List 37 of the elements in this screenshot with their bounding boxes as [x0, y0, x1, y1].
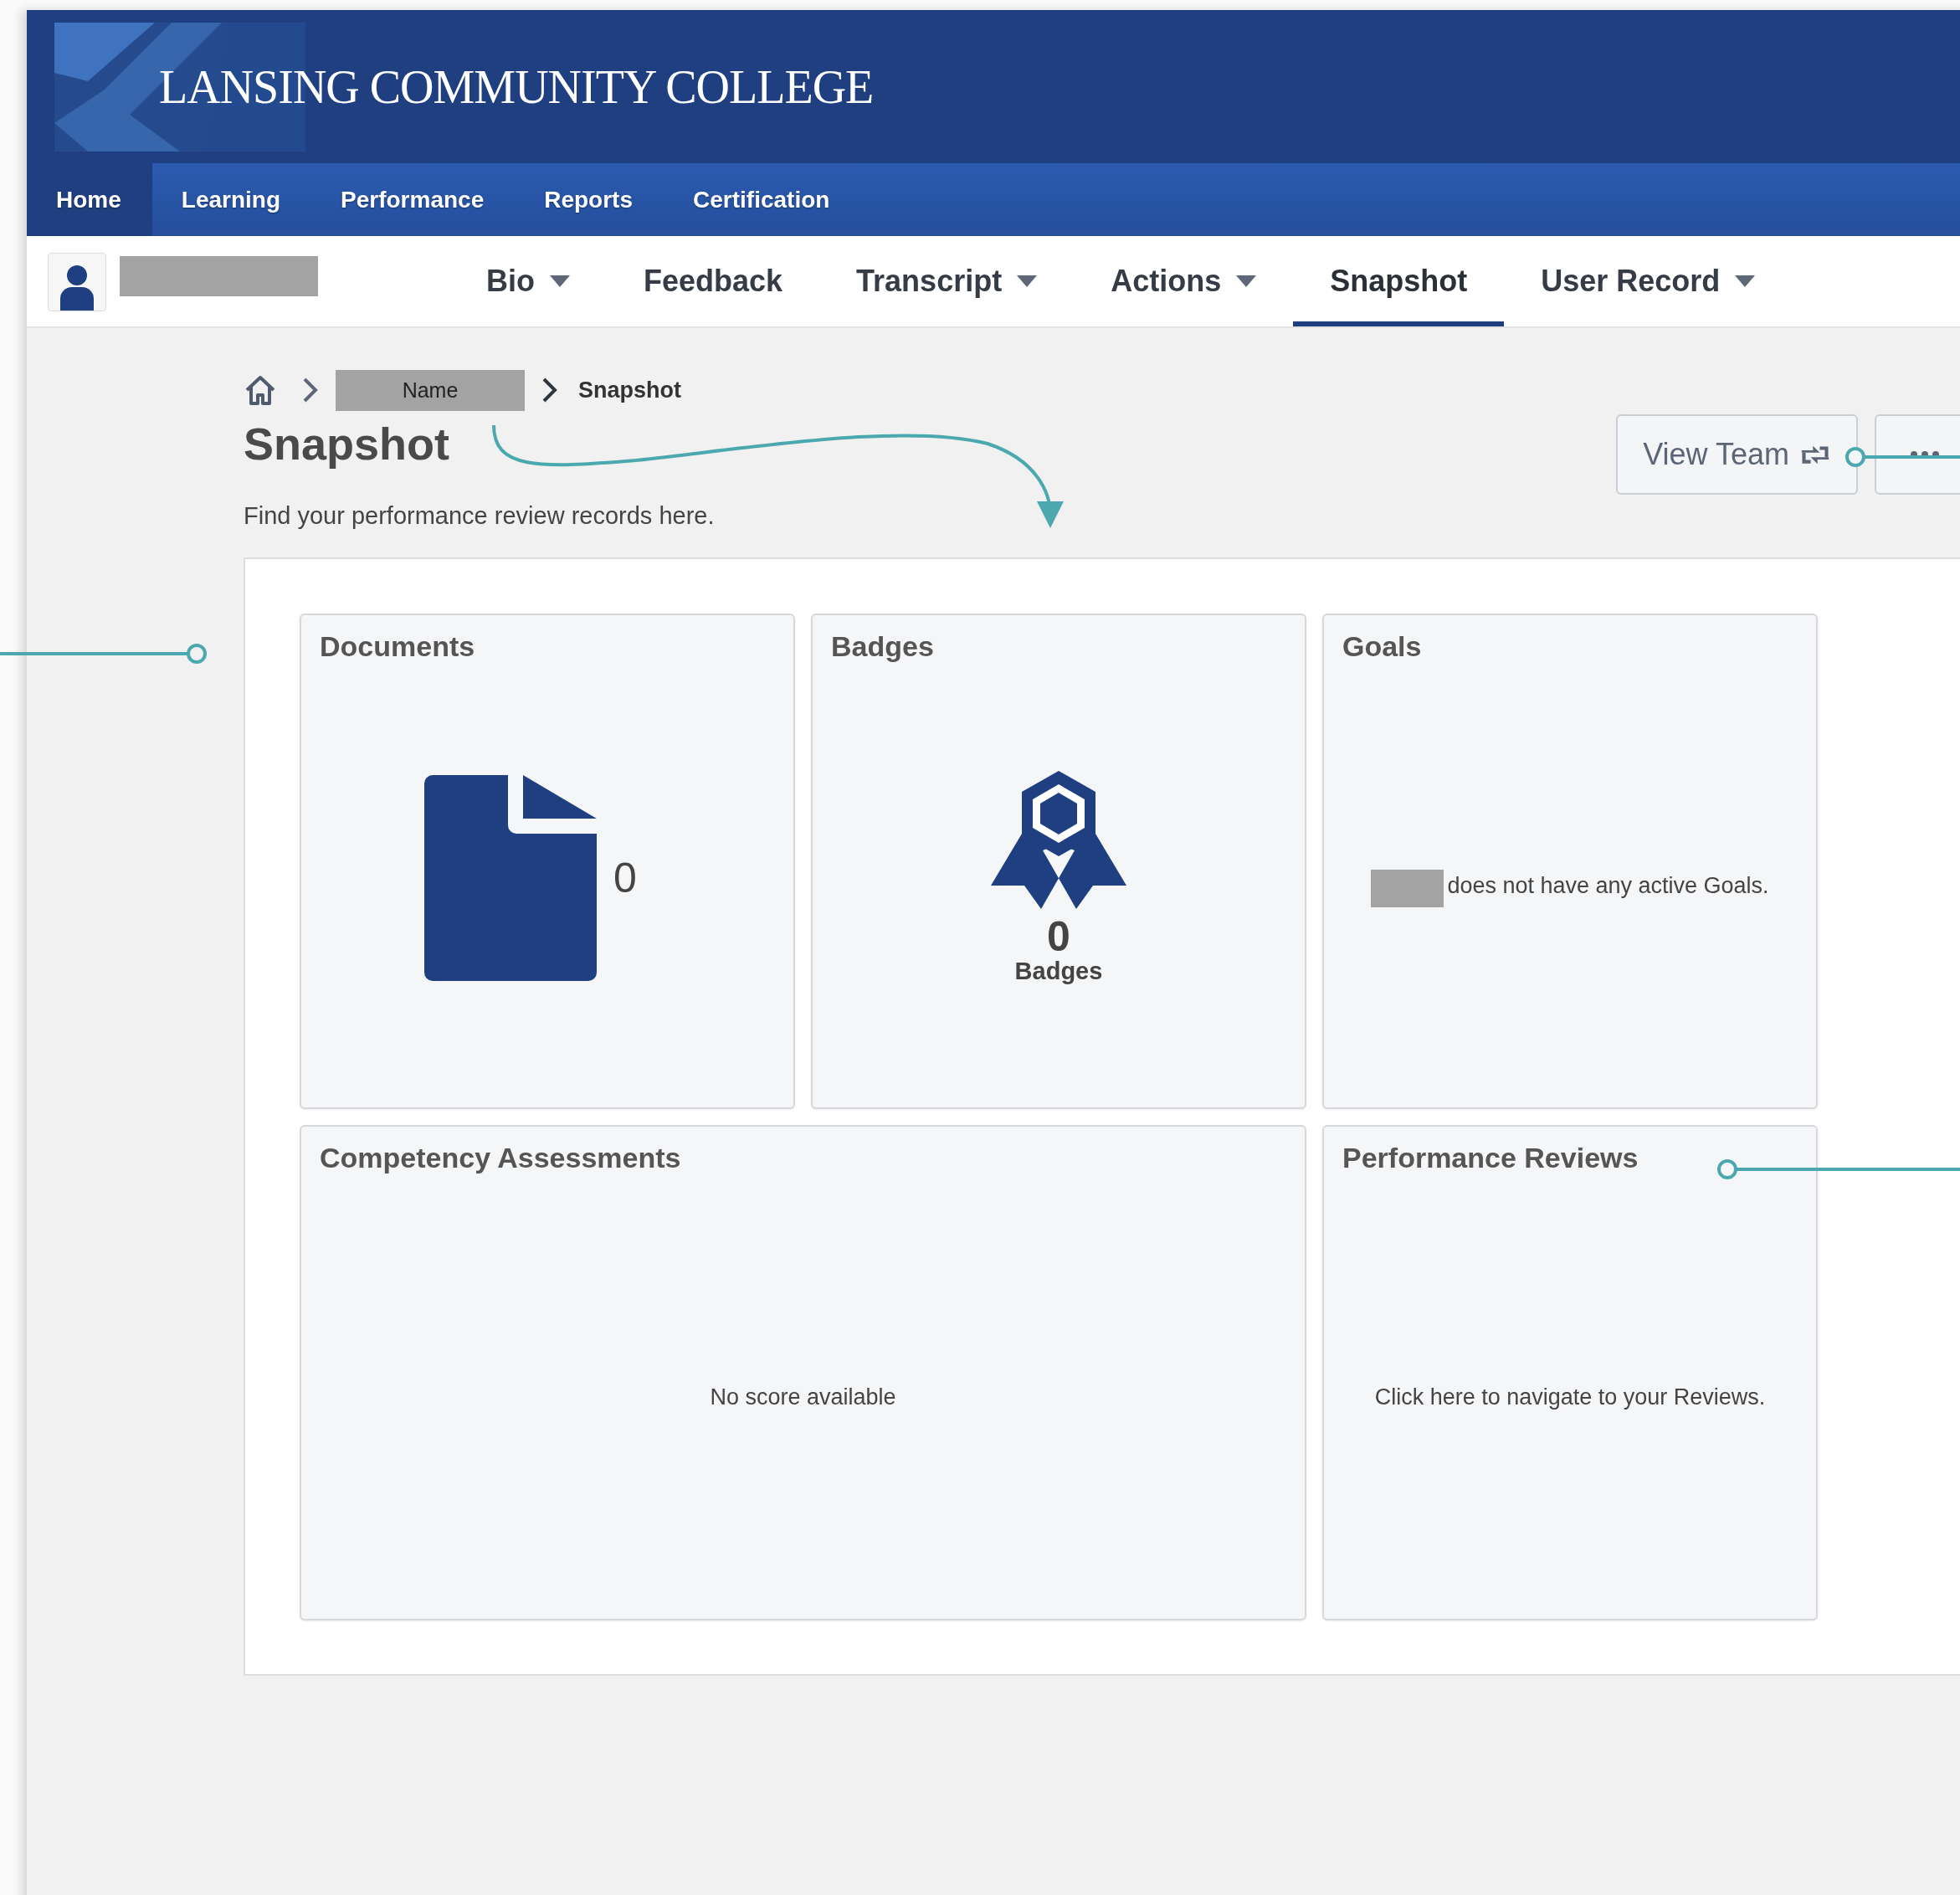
home-icon[interactable]: [244, 374, 277, 406]
badge-ribbon-icon: [991, 770, 1126, 909]
profile-tab[interactable]: Bio: [449, 236, 607, 326]
more-icon: [1911, 451, 1939, 458]
breadcrumb-link[interactable]: Name: [336, 369, 525, 411]
card-title: Goals: [1342, 630, 1423, 663]
card-title: Badges: [831, 630, 935, 663]
profile-tab[interactable]: Feedback: [607, 236, 820, 326]
profile-tab[interactable]: Actions: [1074, 236, 1294, 326]
reviews-card[interactable]: Performance Reviews Click here to navigate to your Reviews.: [1322, 1125, 1818, 1620]
card-title: Documents: [320, 630, 476, 663]
goals-message: does not have any active Goals.: [1447, 873, 1769, 899]
more-options-button[interactable]: [1875, 414, 1960, 495]
reviews-link[interactable]: Click here to navigate to your Reviews.: [1374, 1384, 1766, 1410]
person-icon: [60, 264, 94, 311]
breadcrumb-current: Snapshot: [578, 377, 681, 403]
nav-tab[interactable]: Learning: [151, 163, 312, 236]
chevron-right-icon: [541, 377, 558, 403]
college-logo: LANSING COMMUNITY COLLEGE: [54, 22, 891, 151]
profile-tab[interactable]: Transcript: [819, 236, 1075, 326]
no-score-message: No score available: [710, 1384, 896, 1410]
document-icon: [424, 774, 598, 981]
nav-tab[interactable]: Reports: [515, 163, 664, 236]
profile-tab[interactable]: Snapshot: [1293, 236, 1505, 326]
nav-tab[interactable]: Performance: [311, 163, 516, 236]
chevron-right-icon: [302, 377, 319, 403]
page-title: Snapshot: [244, 418, 449, 470]
profile-tab[interactable]: User Record: [1504, 236, 1793, 326]
nav-tab[interactable]: Certification: [664, 163, 861, 236]
card-title: Performance Reviews: [1342, 1142, 1639, 1174]
view-team-button[interactable]: View Team: [1616, 414, 1858, 495]
nav-tab[interactable]: Home: [27, 163, 152, 236]
document-count: 0: [613, 853, 637, 902]
badges-label: Badges: [1014, 957, 1103, 985]
badge-count: 0: [1047, 915, 1070, 958]
page-description: Find your performance review records here.: [244, 502, 716, 530]
card-title: Competency Assessments: [320, 1142, 682, 1174]
